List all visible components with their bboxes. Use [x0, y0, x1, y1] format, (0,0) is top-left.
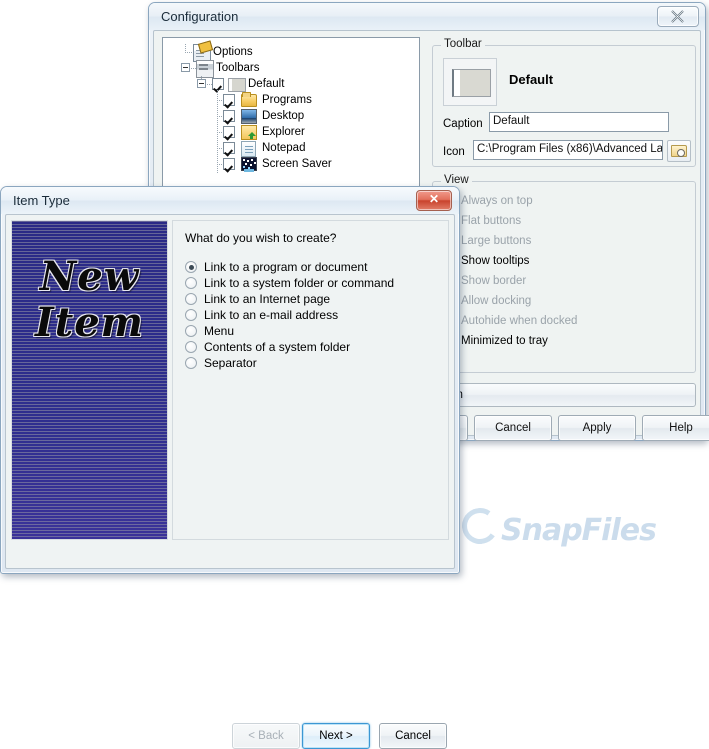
tree-line — [185, 44, 186, 52]
radio-button — [185, 341, 197, 353]
radio-button — [185, 325, 197, 337]
icon-path-input[interactable]: C:\Program Files (x86)\Advanced Laur — [473, 140, 663, 160]
tree-expander-default[interactable] — [197, 79, 206, 88]
toolbar-group-caption: Toolbar — [441, 38, 485, 50]
radio-label: Link to an Internet page — [204, 292, 331, 306]
banner-line-1: New — [39, 253, 140, 300]
tree-node-label: Desktop — [262, 110, 305, 122]
apply-button[interactable]: Apply — [558, 415, 636, 441]
item-type-body: New Item What do you wish to create? Lin… — [5, 214, 455, 569]
tree-node-label: Notepad — [262, 142, 306, 154]
checkbox-label: Autohide when docked — [461, 315, 578, 327]
configuration-title: Configuration — [161, 9, 239, 24]
checkbox-label: Show border — [461, 275, 527, 287]
tree-node-label: Toolbars — [216, 62, 260, 74]
item-type-title: Item Type — [13, 193, 70, 208]
tree-node-label: Default — [248, 78, 285, 90]
radio-button — [185, 277, 197, 289]
tree-node-label: Screen Saver — [262, 158, 332, 170]
magnifier-glyph — [677, 149, 685, 157]
checkbox-label: Show tooltips — [461, 255, 530, 267]
radio-button — [185, 293, 197, 305]
checkbox-label: Always on top — [461, 195, 533, 207]
caption-label: Caption — [443, 118, 483, 130]
close-glyph: ✕ — [428, 192, 440, 206]
view-group: View Always on top Flat buttons Large bu… — [432, 174, 696, 373]
folder-icon — [241, 92, 257, 107]
tree-node-screen-saver[interactable]: Screen Saver — [163, 156, 419, 172]
question-label: What do you wish to create? — [185, 231, 337, 245]
back-button[interactable]: < Back — [232, 723, 300, 749]
configuration-titlebar[interactable]: Configuration — [149, 3, 705, 30]
checkbox-label: Minimized to tray — [461, 335, 548, 347]
toolbar-preview-graphic — [452, 69, 491, 97]
tree-checkbox-desktop[interactable] — [223, 110, 235, 122]
tree-node-toolbars[interactable]: Toolbars — [163, 60, 419, 78]
tree-node-label: Programs — [262, 94, 312, 106]
tree-node-default[interactable]: Default — [163, 76, 419, 92]
item-type-titlebar[interactable]: Item Type ✕ — [1, 187, 459, 214]
tree-node-options[interactable]: Options — [163, 44, 419, 62]
cancel-button[interactable]: Cancel — [474, 415, 552, 441]
checkbox-label: Flat buttons — [461, 215, 522, 227]
icon-label: Icon — [443, 146, 465, 158]
banner-line-2: Item — [35, 299, 144, 346]
view-group-caption: View — [441, 174, 472, 186]
watermark-text: SnapFiles — [501, 513, 657, 548]
checkbox-label: Allow docking — [461, 295, 532, 307]
tree-checkbox-screen-saver[interactable] — [223, 158, 235, 170]
radio-label: Menu — [204, 324, 235, 338]
radio-label: Contents of a system folder — [204, 340, 351, 354]
tree-node-programs[interactable]: Programs — [163, 92, 419, 108]
tree-checkbox-programs[interactable] — [223, 94, 235, 106]
notepad-icon — [241, 141, 256, 157]
radio-label: Link to a program or document — [204, 260, 368, 274]
tree-node-label: Explorer — [262, 126, 305, 138]
radio-label: Separator — [204, 356, 257, 370]
tree-checkbox-explorer[interactable] — [223, 126, 235, 138]
radio-label: Link to a system folder or command — [204, 276, 395, 290]
tree-checkbox-default[interactable] — [212, 78, 224, 90]
help-button[interactable]: Help — [642, 415, 709, 441]
desktop-icon — [241, 109, 257, 124]
radio-button — [185, 357, 197, 369]
tree-node-notepad[interactable]: Notepad — [163, 140, 419, 157]
item-type-dialog: Item Type ✕ New Item What do you wish to… — [0, 186, 460, 749]
snapfiles-watermark: SnapFiles — [459, 505, 657, 548]
checkbox-label: Large buttons — [461, 235, 532, 247]
radio-button — [185, 309, 197, 321]
radio-label: Link to an e-mail address — [204, 308, 339, 322]
tree-checkbox-notepad[interactable] — [223, 142, 235, 154]
toolbar-name: Default — [509, 72, 554, 87]
cancel-button[interactable]: Cancel — [379, 723, 447, 749]
new-item-banner: New Item — [11, 220, 168, 540]
snapfiles-logo-icon — [459, 505, 501, 547]
caption-input[interactable]: Default — [489, 112, 669, 132]
explorer-icon — [241, 125, 257, 140]
tree-node-label: Options — [213, 46, 253, 58]
screensaver-icon — [241, 157, 257, 172]
browse-folder-icon[interactable] — [667, 140, 691, 162]
radio-button — [185, 261, 197, 273]
toolbar-icon — [228, 78, 246, 92]
close-glyph — [671, 10, 684, 23]
tree-expander-toolbars[interactable] — [181, 63, 190, 72]
tree-node-explorer[interactable]: Explorer — [163, 124, 419, 140]
item-type-panel: What do you wish to create? Link to a pr… — [172, 220, 449, 540]
close-icon[interactable]: ✕ — [416, 190, 452, 211]
tree-line — [185, 52, 193, 53]
close-icon[interactable] — [657, 6, 699, 27]
tree-node-desktop[interactable]: Desktop — [163, 108, 419, 124]
toolbar-group: Toolbar Default Caption Default Icon C:\… — [432, 38, 696, 167]
next-button[interactable]: Next > — [302, 723, 370, 749]
toolbar-preview — [443, 58, 497, 106]
